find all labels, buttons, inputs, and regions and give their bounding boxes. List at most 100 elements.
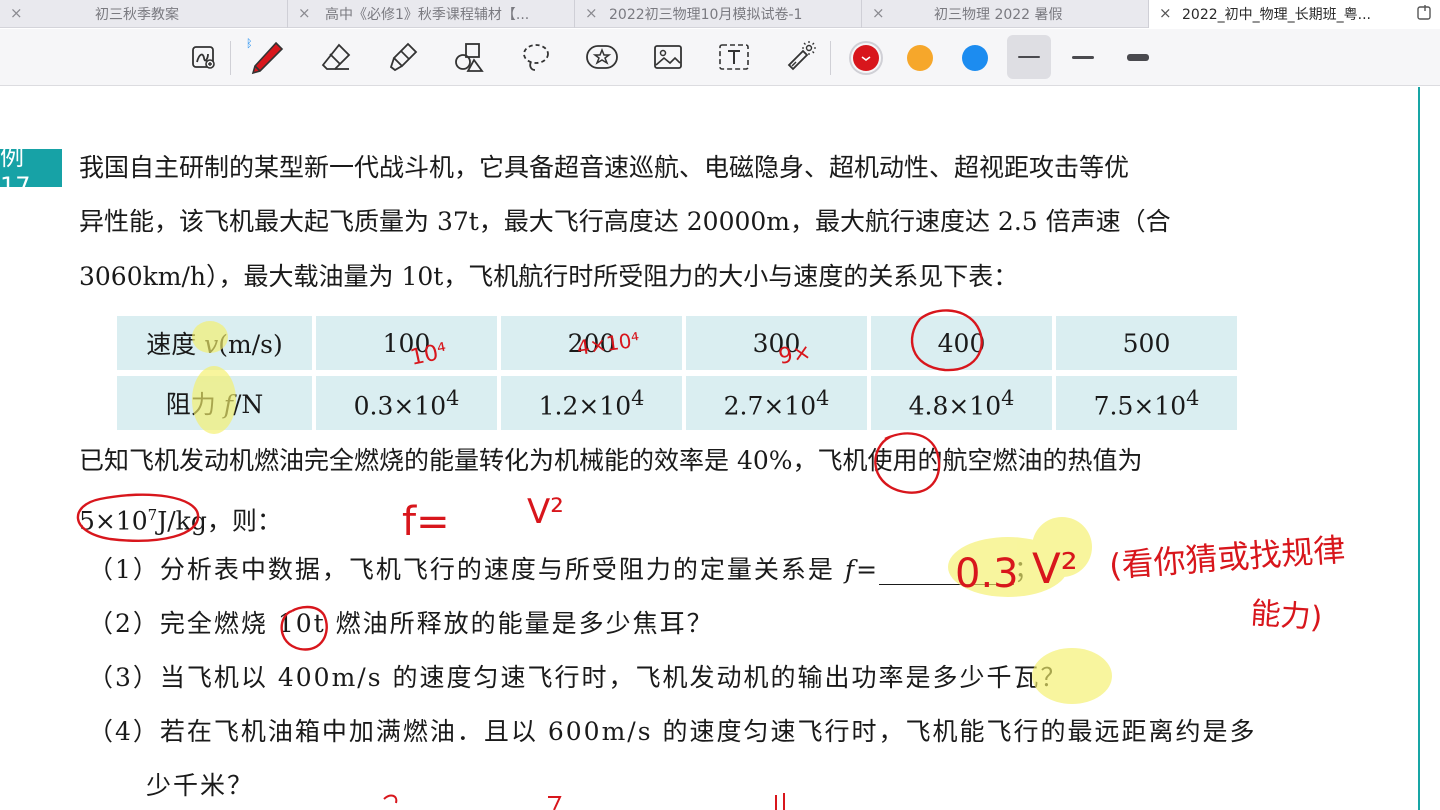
highlighter-icon [389,42,418,72]
cell-value: 1.2×10 [538,391,632,421]
lasso-zoom-button[interactable] [184,37,224,77]
laser-pointer-icon [787,41,816,71]
stroke-thick-icon [1127,53,1149,61]
header-text: 速度 [146,330,205,359]
eraser-icon [321,43,351,70]
image-button[interactable] [648,37,688,77]
stroke-thin-button[interactable] [1007,35,1051,79]
laser-pointer-button[interactable] [780,37,820,77]
cell-exponent: 4 [446,385,460,410]
cell-value: 0.3×10 [353,391,447,421]
header-unit: (m/s) [218,330,283,359]
problem-label: 例 17 [0,143,62,200]
stroke-medium-icon [1072,55,1094,59]
tab-label: 初三物理 2022 暑假 [934,7,1063,23]
cell-value: 7.5×10 [1093,391,1187,421]
table-cell: 400 [871,316,1052,370]
header-text: 阻力 [165,390,224,419]
table-row-drag: 阻力 f/N 0.3×104 1.2×104 2.7×104 4.8×104 7… [117,376,1237,430]
text-button[interactable] [714,37,754,77]
table-cell: 200 [501,316,682,370]
color-orange-swatch[interactable] [907,45,933,71]
shapes-button[interactable] [449,37,489,77]
tab-label: 2022_初中_物理_长期班_粤... [1182,7,1371,23]
close-icon[interactable]: × [10,4,23,22]
tab-bar: × 初三秋季教案 × 高中《必修1》秋季课程辅材【... × 2022初三物理1… [0,0,1440,28]
question-end: ； [1014,555,1042,584]
lasso-select-button[interactable] [516,37,556,77]
table-cell: 100 [316,316,497,370]
problem-line-1: 我国自主研制的某型新一代战斗机，它具备超音速巡航、电磁隐身、超机动性、超视距攻击… [79,153,1130,182]
close-icon[interactable]: × [1159,4,1172,22]
header-var: v [204,330,219,359]
toolbar-divider [830,41,831,75]
table-cell: 2.7×104 [686,376,867,430]
speed-drag-table: 速度 v(m/s) 100 200 300 400 500 阻力 f/N 0.3… [113,310,1241,436]
stroke-thick-button[interactable] [1116,35,1160,79]
shapes-icon [455,43,484,72]
tab-5-active[interactable]: × 2022_初中_物理_长期班_粤... [1149,0,1440,28]
svg-text:ᛒ: ᛒ [246,37,253,50]
note-comment-1: (看你猜或找规律 [1108,531,1347,585]
tab-4[interactable]: × 初三物理 2022 暑假 [862,0,1149,28]
pen-button[interactable]: ᛒ [246,37,286,77]
highlighter-button[interactable] [383,37,423,77]
header-unit: /N [232,390,264,419]
note-formula-v: V² [527,492,564,532]
question-3: （3）当飞机以 400m/s 的速度匀速飞行时，飞机发动机的输出功率是多少千瓦？ [88,663,1068,692]
header-var: f [223,390,233,419]
tab-options-icon[interactable] [1416,4,1434,22]
table-cell: 500 [1056,316,1237,370]
cell-value: 2.7×10 [723,391,817,421]
stroke-thin-icon [1018,56,1040,58]
heat-value: 5×10 [79,506,148,536]
toolbar-divider [230,41,231,75]
table-header-speed: 速度 v(m/s) [117,316,312,370]
color-blue-swatch[interactable] [962,45,988,71]
document-page[interactable]: 例 17 我国自主研制的某型新一代战斗机，它具备超音速巡航、电磁隐身、超机动性、… [0,87,1440,810]
sticker-button[interactable] [582,37,622,77]
question-eq: = [856,555,880,584]
problem-line-3: 3060km/h），最大载油量为 10t，飞机航行时所受阻力的大小与速度的关系见… [79,262,1019,291]
table-cell: 0.3×104 [316,376,497,430]
table-row-speed: 速度 v(m/s) 100 200 300 400 500 [117,316,1237,370]
eraser-button[interactable] [316,37,356,77]
cell-exponent: 4 [1186,385,1200,410]
question-2: （2）完全燃烧 10t 燃油所释放的能量是多少焦耳？ [88,609,714,638]
tab-1[interactable]: × 初三秋季教案 [0,0,288,28]
color-red-swatch[interactable] [853,45,879,71]
tab-3[interactable]: × 2022初三物理10月模拟试卷-1 [575,0,862,28]
problem-line-2: 异性能，该飞机最大起飞质量为 37t，最大飞行高度达 20000m，最大航行速度… [79,207,1171,236]
table-cell: 7.5×104 [1056,376,1237,430]
tab-label: 初三秋季教案 [95,7,179,23]
heat-unit: J/kg，则： [157,506,282,536]
heat-exponent: 7 [147,506,158,524]
question-1: （1）分析表中数据，飞机飞行的速度与所受阻力的定量关系是 f= ； [88,555,1041,585]
sticker-icon [586,45,618,69]
question-var: f [844,555,857,584]
close-icon[interactable]: × [585,4,598,22]
chevron-down-icon [861,56,871,61]
tab-label: 高中《必修1》秋季课程辅材【... [325,7,530,23]
cell-exponent: 4 [631,385,645,410]
table-header-drag: 阻力 f/N [117,376,312,430]
stroke-medium-button[interactable] [1061,35,1105,79]
table-cell: 1.2×104 [501,376,682,430]
problem-line-5: 5×107J/kg，则： [79,500,282,536]
cell-exponent: 4 [816,385,830,410]
question-text: （1）分析表中数据，飞机飞行的速度与所受阻力的定量关系是 [88,555,845,584]
close-icon[interactable]: × [298,4,311,22]
lasso-select-icon [523,44,549,71]
tab-2[interactable]: × 高中《必修1》秋季课程辅材【... [288,0,575,28]
annotation-toolbar: ᛒ [0,29,1440,86]
close-icon[interactable]: × [872,4,885,22]
question-4-line-2: 少千米？ [146,771,255,800]
table-cell: 4.8×104 [871,376,1052,430]
problem-line-4: 已知飞机发动机燃油完全燃烧的能量转化为机械能的效率是 40%，飞机使用的航空燃油… [79,446,1143,475]
note-comment-2: 能力) [1249,596,1323,636]
answer-blank [879,557,1015,585]
image-icon [654,45,682,69]
text-icon [719,44,749,70]
lasso-zoom-icon [192,46,215,69]
cell-exponent: 4 [1001,385,1015,410]
